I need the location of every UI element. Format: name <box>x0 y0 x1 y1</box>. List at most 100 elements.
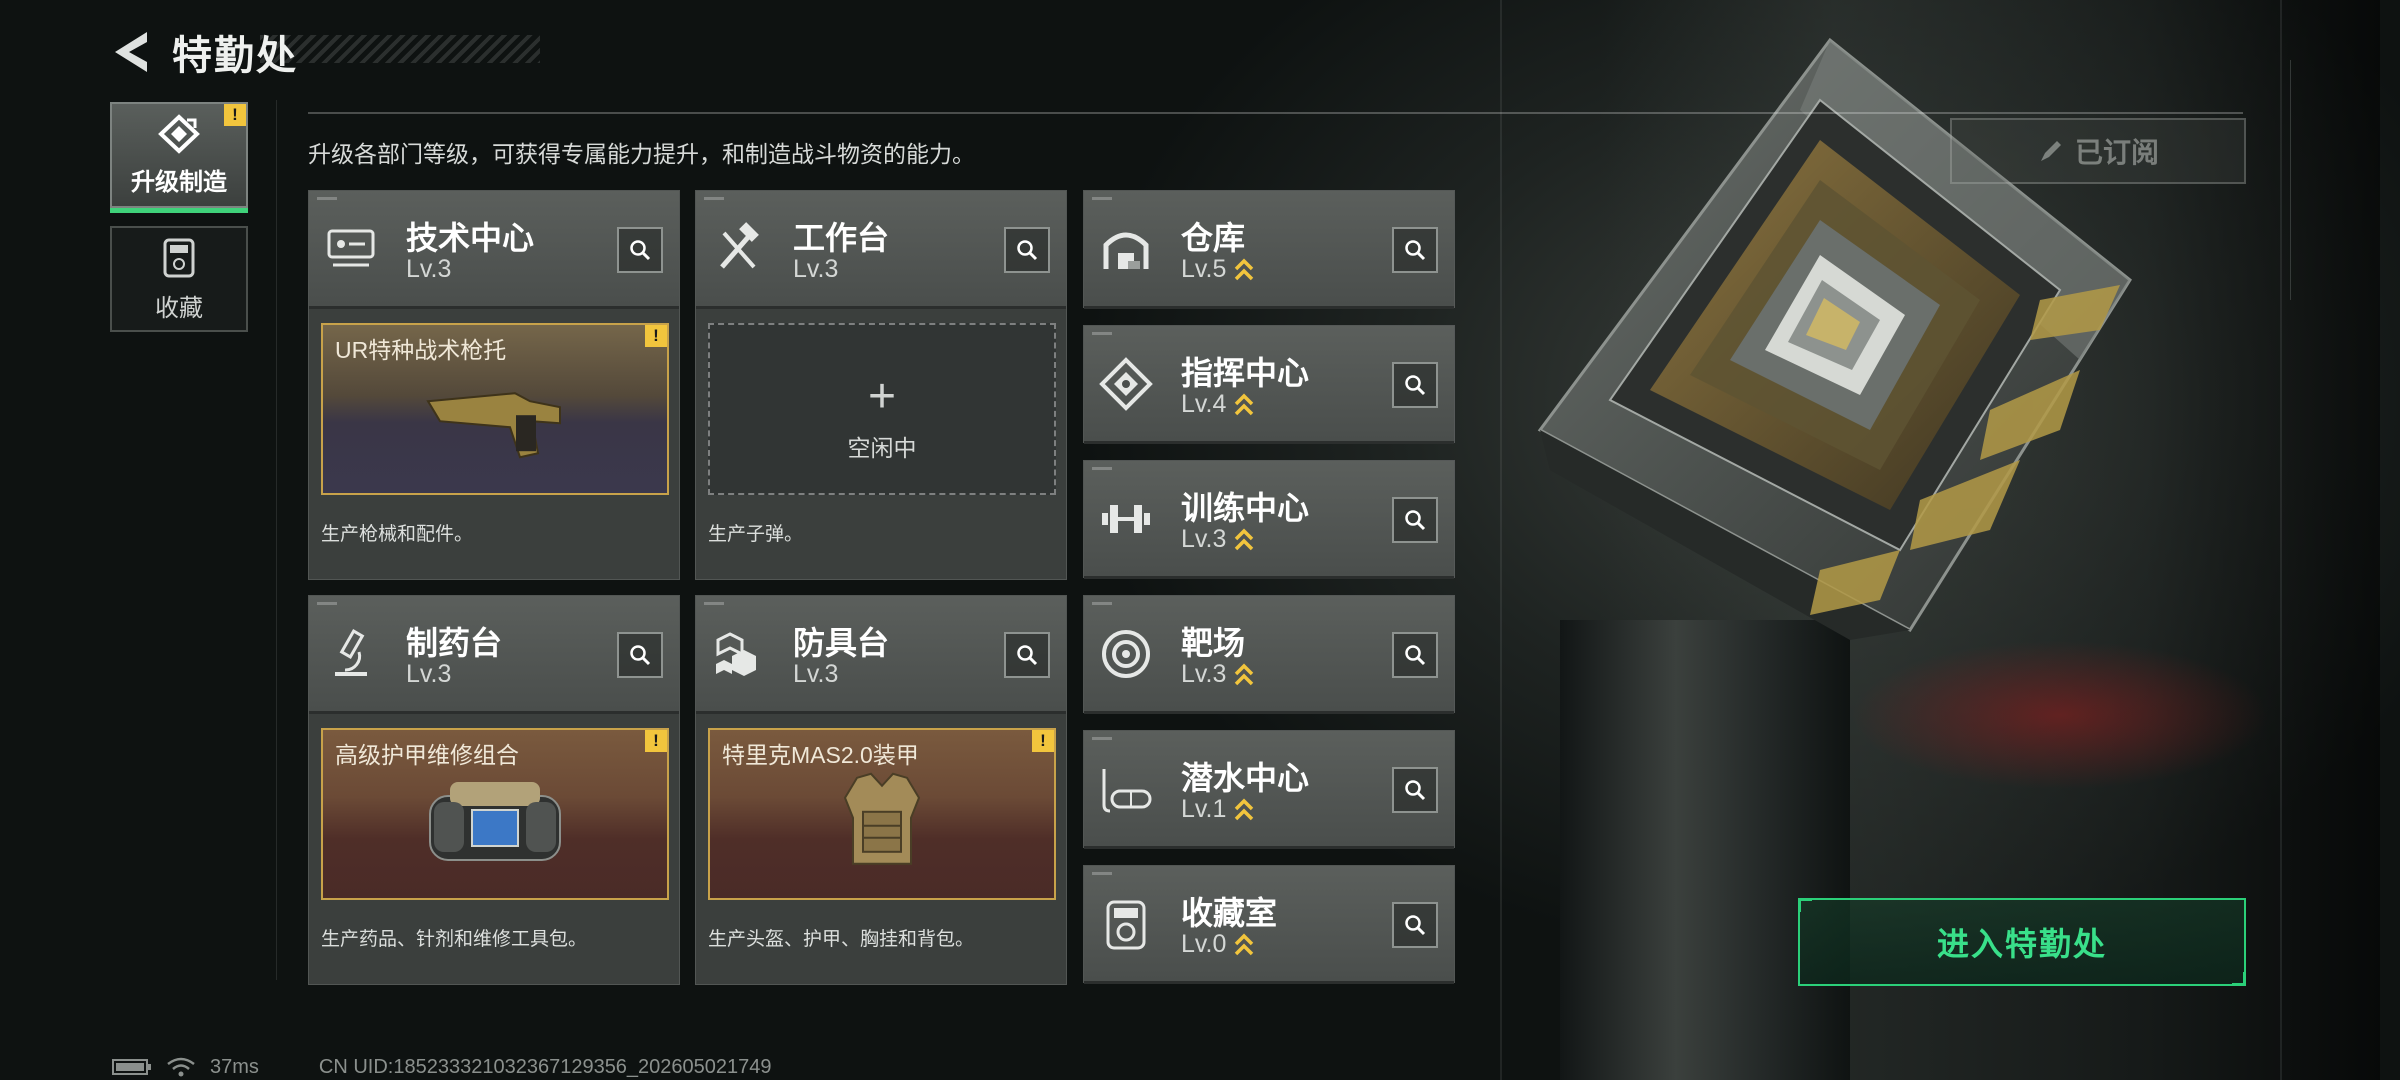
warehouse-icon <box>1103 232 1149 269</box>
card-description: 生产枪械和配件。 <box>321 524 474 545</box>
search-icon <box>630 645 651 666</box>
wifi-icon <box>167 1057 195 1077</box>
level-text: Lv.3 <box>793 660 839 688</box>
search-icon <box>630 240 651 261</box>
facility-card-command-center[interactable]: 指挥中心 Lv.4 <box>1083 325 1455 444</box>
alert-badge: ! <box>645 730 667 752</box>
card-header: 训练中心 Lv.3 <box>1084 461 1454 579</box>
subscribed-button[interactable]: 已订阅 <box>1950 118 2246 184</box>
repair-kit-art <box>429 782 561 861</box>
slot-item-name: UR特种战术枪托 <box>335 337 507 363</box>
battery-icon <box>112 1059 151 1075</box>
tab-label: 收藏 <box>155 294 203 322</box>
search-icon <box>1405 645 1426 666</box>
search-icon <box>1017 240 1038 261</box>
tab-collection[interactable]: 收藏 <box>110 226 248 332</box>
facility-card-pharmacy[interactable]: 制药台 Lv.3 高级护甲维修组合 ! 生产药品、针剂和维修工具包。 <box>308 595 680 985</box>
facility-card-tech-center[interactable]: 技术中心 Lv.3 UR特种战术枪托 ! 生产枪械和配件。 <box>308 190 680 580</box>
facility-card-warehouse[interactable]: 仓库 Lv.5 <box>1083 190 1455 309</box>
facility-card-training-center[interactable]: 训练中心 Lv.3 <box>1083 460 1455 579</box>
alert-badge: ! <box>224 104 246 126</box>
card-header: 潜水中心 Lv.1 <box>1084 731 1454 849</box>
bg-rail <box>2290 60 2291 300</box>
card-level: Lv.3 <box>406 255 451 284</box>
armor-vest-art <box>843 772 921 865</box>
corner-mark <box>1798 898 1812 912</box>
facility-card-armor-bench[interactable]: 防具台 Lv.3 特里克MAS2.0装甲 ! 生产头盔、护甲、胸挂和背包。 <box>695 595 1067 985</box>
card-name: 指挥中心 <box>1181 355 1310 391</box>
search-button[interactable] <box>617 632 663 678</box>
production-slot[interactable]: UR特种战术枪托 ! <box>321 323 669 495</box>
bg-rail <box>2280 0 2282 1080</box>
facility-card-workbench[interactable]: 工作台 Lv.3 + 空闲中 生产子弹。 <box>695 190 1067 580</box>
level-text: Lv.3 <box>1181 660 1227 688</box>
tech-center-icon <box>327 229 375 267</box>
enter-special-ops-button[interactable]: 进入特勤处 <box>1798 898 2246 986</box>
search-button[interactable] <box>1392 497 1438 543</box>
card-tag <box>1092 467 1112 470</box>
idle-label: 空闲中 <box>847 435 917 461</box>
upgrade-available-icon <box>1235 798 1254 820</box>
production-slot[interactable]: 高级护甲维修组合 ! <box>321 728 669 900</box>
card-tag <box>1092 332 1112 335</box>
pen-icon <box>2040 141 2061 161</box>
facility-card-collection-room[interactable]: 收藏室 Lv.0 <box>1083 865 1455 984</box>
upgrade-available-icon <box>1235 933 1254 955</box>
level-text: Lv.1 <box>1181 795 1227 823</box>
slot-item-name: 特里克MAS2.0装甲 <box>722 742 919 768</box>
level-text: Lv.3 <box>1181 525 1227 553</box>
level-text: Lv.3 <box>406 660 452 688</box>
sidebar-divider <box>276 100 277 980</box>
back-button[interactable] <box>108 27 154 77</box>
card-level: Lv.3 <box>406 660 451 689</box>
search-button[interactable] <box>1392 227 1438 273</box>
card-tag <box>704 197 724 200</box>
card-tag <box>1092 737 1112 740</box>
card-tag <box>317 602 337 605</box>
production-slot-empty[interactable]: + 空闲中 <box>708 323 1056 495</box>
search-icon <box>1405 375 1426 396</box>
card-name: 防具台 <box>793 625 890 661</box>
upgrade-craft-icon <box>158 113 200 154</box>
facility-card-shooting-range[interactable]: 靶场 Lv.3 <box>1083 595 1455 714</box>
search-icon <box>1405 915 1426 936</box>
card-level: Lv.3 <box>793 660 838 689</box>
card-level: Lv.0 <box>1181 930 1254 959</box>
card-level: Lv.3 <box>1181 660 1254 689</box>
command-center-icon <box>1099 357 1153 411</box>
card-header: 靶场 Lv.3 <box>1084 596 1454 714</box>
card-name: 技术中心 <box>406 220 535 256</box>
support-pillar <box>1560 620 1850 1080</box>
slot-item-name: 高级护甲维修组合 <box>335 742 519 768</box>
card-body: 特里克MAS2.0装甲 ! 生产头盔、护甲、胸挂和背包。 <box>696 714 1066 986</box>
page-description: 升级各部门等级，可获得专属能力提升，和制造战斗物资的能力。 <box>308 141 975 167</box>
armor-bench-icon <box>716 632 756 676</box>
search-button[interactable] <box>1392 902 1438 948</box>
search-button[interactable] <box>617 227 663 273</box>
card-level: Lv.5 <box>1181 255 1254 284</box>
card-name: 潜水中心 <box>1181 760 1310 796</box>
search-button[interactable] <box>1004 227 1050 273</box>
user-uid: CN UID:18523332103236712935​6_2026050217… <box>318 1055 772 1078</box>
tab-label: 升级制造 <box>131 168 227 196</box>
tab-upgrade-craft[interactable]: 升级制造 ! <box>110 102 248 213</box>
card-tag <box>1092 197 1112 200</box>
add-icon: + <box>867 370 897 423</box>
search-button[interactable] <box>1392 362 1438 408</box>
search-button[interactable] <box>1392 767 1438 813</box>
upgrade-available-icon <box>1235 528 1254 550</box>
search-button[interactable] <box>1004 632 1050 678</box>
level-text: Lv.3 <box>793 255 839 283</box>
card-description: 生产药品、针剂和维修工具包。 <box>321 929 588 950</box>
level-text: Lv.4 <box>1181 390 1227 418</box>
card-name: 收藏室 <box>1181 895 1278 931</box>
production-slot[interactable]: 特里克MAS2.0装甲 ! <box>708 728 1056 900</box>
collection-icon <box>163 238 195 277</box>
search-button[interactable] <box>1392 632 1438 678</box>
facility-card-diving-center[interactable]: 潜水中心 Lv.1 <box>1083 730 1455 849</box>
title-decoration <box>260 35 540 63</box>
card-name: 训练中心 <box>1181 490 1310 526</box>
search-icon <box>1017 645 1038 666</box>
level-text: Lv.3 <box>406 255 452 283</box>
enter-label: 进入特勤处 <box>1936 926 2107 962</box>
